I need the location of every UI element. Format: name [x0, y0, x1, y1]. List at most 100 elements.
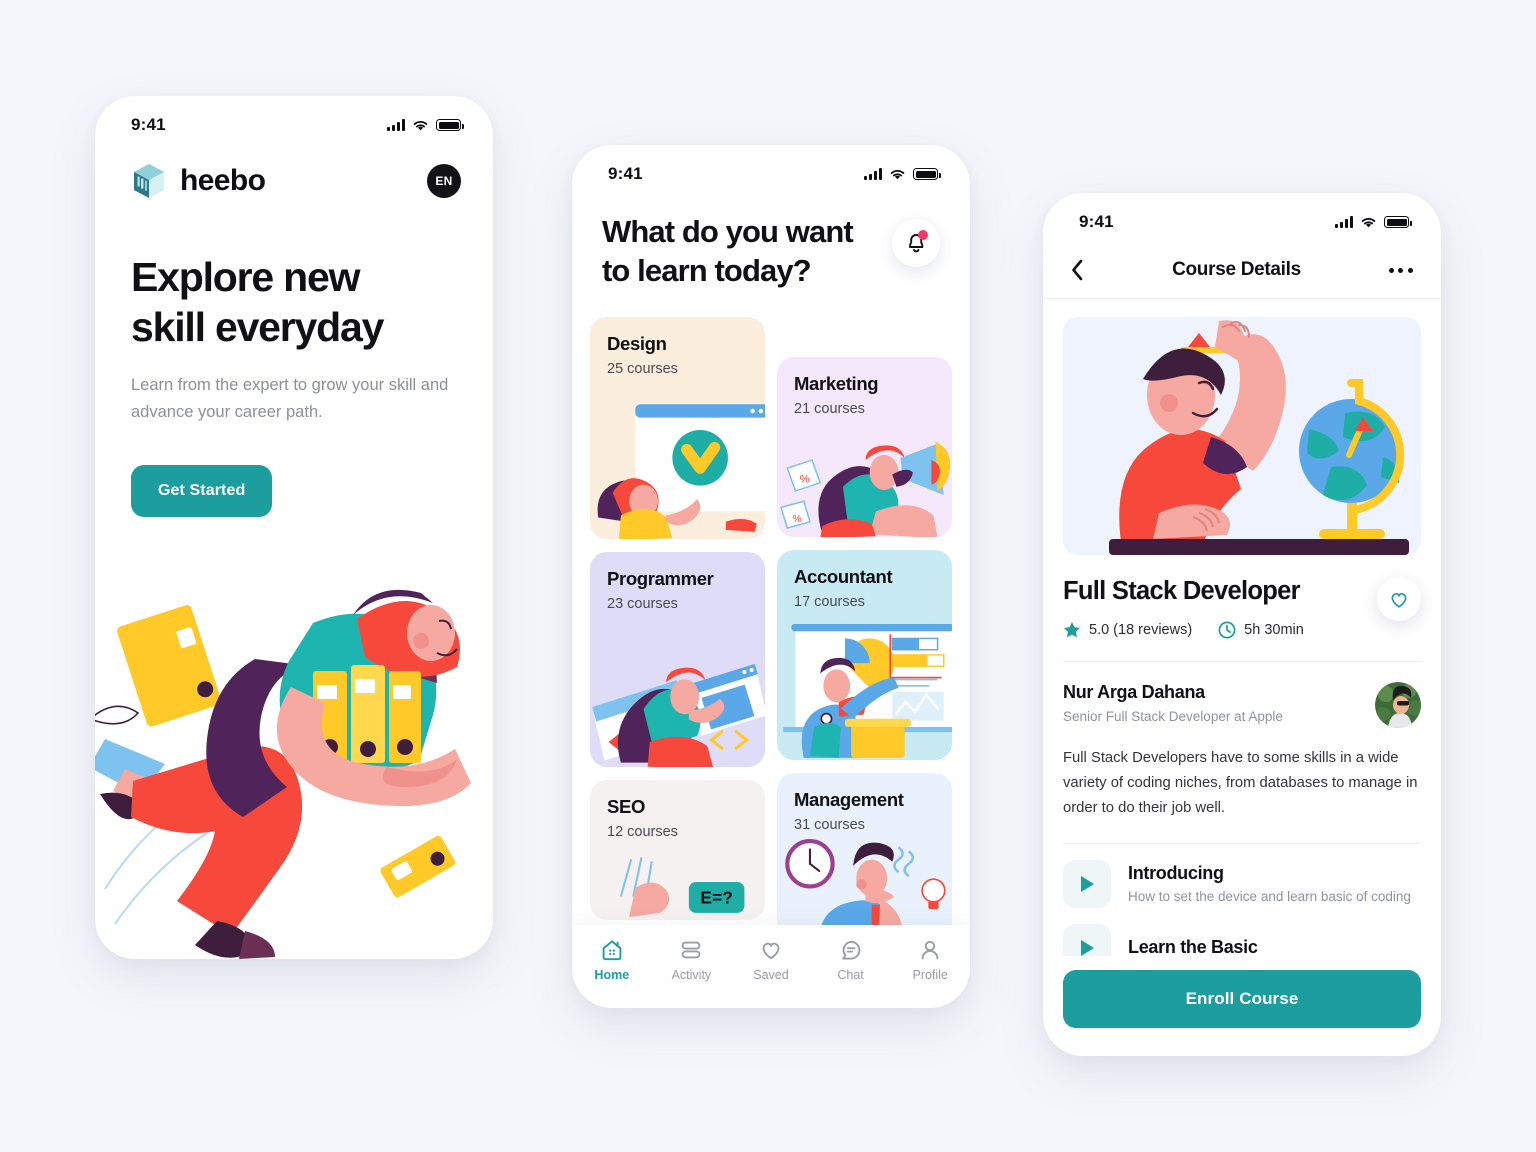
tab-saved[interactable]: Saved — [731, 938, 811, 982]
avatar-image — [1375, 682, 1421, 728]
category-title: SEO — [607, 795, 646, 817]
lesson-text: Introducing How to set the device and le… — [1128, 863, 1411, 904]
category-card-accountant[interactable]: Accountant 17 courses — [777, 549, 952, 760]
tab-chat[interactable]: Chat — [811, 938, 891, 982]
brand: heebo — [131, 162, 266, 200]
navigation-bar: Course Details — [1043, 245, 1441, 299]
category-label: Management 31 courses — [777, 773, 952, 833]
headline-line-1: Explore new — [131, 254, 361, 300]
tab-activity[interactable]: Activity — [652, 938, 732, 982]
app-header: heebo EN — [95, 148, 493, 200]
language-badge[interactable]: EN — [427, 164, 461, 198]
category-count: 12 courses — [607, 823, 678, 840]
course-duration: 5h 30min — [1218, 621, 1304, 639]
seo-illustration: E=? — [619, 857, 745, 918]
category-count: 17 courses — [794, 593, 865, 610]
tab-profile[interactable]: Profile — [890, 938, 970, 982]
instructor-text: Nur Arga Dahana Senior Full Stack Develo… — [1063, 682, 1283, 724]
cellular-signal-icon — [387, 119, 405, 131]
brand-name: heebo — [180, 164, 266, 197]
back-chevron-icon[interactable] — [1071, 259, 1084, 281]
instructor-name: Nur Arga Dahana — [1063, 682, 1205, 702]
profile-icon — [921, 940, 939, 960]
get-started-button[interactable]: Get Started — [131, 465, 273, 518]
play-icon — [1081, 875, 1094, 892]
instructor-role: Senior Full Stack Developer at Apple — [1063, 709, 1283, 724]
heart-icon — [1391, 592, 1407, 608]
status-icons — [1335, 216, 1412, 229]
home-header: What do you want to learn today? — [572, 197, 970, 291]
status-bar: 9:41 — [95, 96, 493, 148]
category-card-design[interactable]: Design 25 courses — [590, 316, 765, 539]
category-grid: Design 25 courses Programmer 23 courses … — [572, 291, 970, 953]
battery-icon — [1384, 216, 1412, 228]
headline-line-2: skill everyday — [131, 304, 384, 351]
category-card-marketing[interactable]: Marketing 21 courses % % — [777, 356, 952, 537]
activity-icon — [682, 941, 701, 959]
tab-label: Profile — [912, 968, 948, 982]
play-button[interactable] — [1063, 859, 1111, 908]
play-icon — [1081, 939, 1094, 956]
wifi-icon — [413, 120, 428, 130]
home-heading-line-2: to learn today? — [602, 252, 812, 288]
status-time: 9:41 — [1079, 212, 1114, 231]
status-bar: 9:41 — [1043, 193, 1441, 245]
rating-text: 5.0 (18 reviews) — [1089, 622, 1193, 638]
hero-subtitle: Learn from the expert to grow your skill… — [131, 376, 449, 421]
wifi-icon — [1361, 217, 1376, 227]
category-card-seo[interactable]: SEO 12 courses E=? — [590, 779, 765, 920]
more-options-button[interactable] — [1388, 267, 1413, 273]
phone-home: 9:41 What do you want to learn today? De… — [572, 145, 970, 1008]
category-title: Design — [607, 332, 667, 354]
status-time: 9:41 — [131, 115, 166, 134]
favorite-button[interactable] — [1377, 577, 1421, 621]
category-label: Marketing 21 courses — [777, 357, 952, 417]
category-count: 25 courses — [607, 360, 678, 377]
course-hero-image — [1063, 317, 1421, 555]
programmer-illustration — [592, 663, 765, 767]
enroll-bar: Enroll Course — [1043, 956, 1441, 1056]
notifications-button[interactable] — [892, 219, 940, 267]
category-label: Programmer 23 courses — [590, 552, 765, 612]
hero-section: Explore new skill everyday Learn from th… — [95, 200, 493, 518]
category-title: Programmer — [607, 567, 714, 589]
home-heading-line-1: What do you want — [602, 214, 854, 249]
status-bar: 9:41 — [572, 145, 970, 197]
course-description: Full Stack Developers have to some skill… — [1063, 750, 1418, 816]
category-count: 23 courses — [607, 595, 678, 612]
accountant-illustration — [783, 623, 952, 758]
lesson-title: Learn the Basic — [1128, 937, 1258, 958]
tab-label: Saved — [753, 968, 789, 982]
cellular-signal-icon — [1335, 216, 1353, 228]
course-illustration — [1109, 320, 1409, 555]
course-meta: 5.0 (18 reviews) 5h 30min — [1063, 621, 1304, 639]
heebo-logo-icon — [134, 164, 164, 198]
lesson-subtitle: How to set the device and learn basic of… — [1128, 889, 1411, 905]
category-title: Marketing — [794, 372, 879, 394]
category-label: SEO 12 courses — [590, 780, 765, 840]
status-time: 9:41 — [608, 164, 643, 183]
lesson-item[interactable]: Introducing How to set the device and le… — [1043, 844, 1441, 908]
tab-label: Activity — [671, 968, 712, 982]
category-title: Accountant — [794, 565, 893, 587]
enroll-course-button[interactable]: Enroll Course — [1063, 970, 1421, 1028]
duration-text: 5h 30min — [1244, 622, 1304, 638]
cellular-signal-icon — [864, 168, 882, 180]
marketing-illustration: % % — [780, 441, 951, 537]
category-card-programmer[interactable]: Programmer 23 courses — [590, 551, 765, 767]
page-title: Course Details — [1172, 259, 1301, 280]
status-icons — [864, 168, 941, 181]
home-heading: What do you want to learn today? — [602, 213, 854, 291]
phone-onboarding: 9:41 heebo EN Explore new skill everyday… — [95, 96, 493, 959]
battery-icon — [436, 119, 464, 131]
course-title: Full Stack Developer — [1063, 577, 1301, 605]
page-title: Explore new skill everyday — [131, 252, 457, 352]
category-label: Design 25 courses — [590, 317, 765, 377]
lesson-title: Introducing — [1128, 863, 1224, 884]
phone-course-details: 9:41 Course Details Full Stack Developer… — [1043, 193, 1441, 1056]
lesson-text: Learn the Basic — [1128, 937, 1258, 958]
category-title: Management — [794, 788, 904, 810]
avatar — [1375, 682, 1421, 728]
tab-home[interactable]: Home — [572, 938, 652, 982]
home-icon — [602, 940, 622, 961]
